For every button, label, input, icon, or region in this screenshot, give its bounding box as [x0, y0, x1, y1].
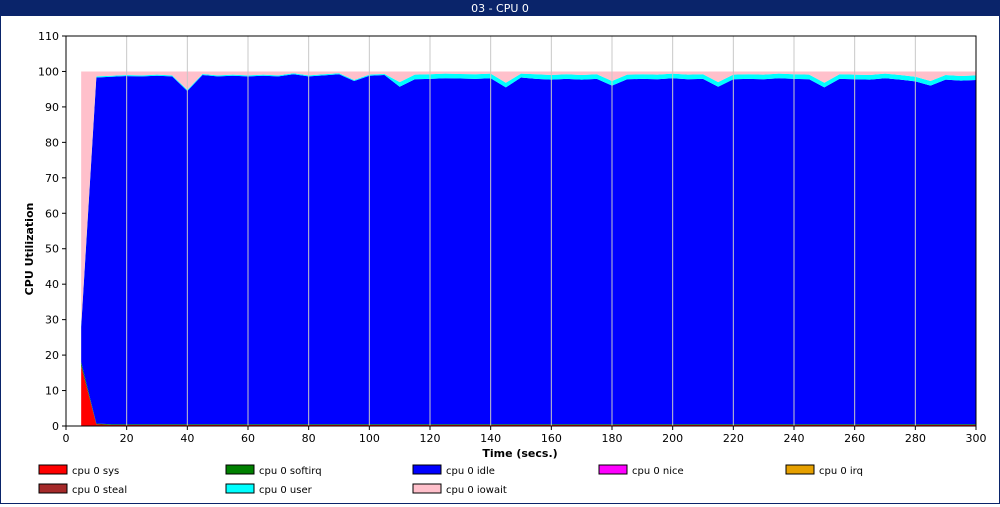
x-tick-label: 260 — [844, 432, 865, 445]
legend-label-cpu-0-user: cpu 0 user — [259, 485, 313, 496]
y-axis-label: CPU Utilization — [23, 203, 36, 296]
legend: cpu 0 sys cpu 0 softirq cpu 0 idle cpu 0 ni… — [38, 464, 863, 496]
stacked-areas — [81, 71, 977, 426]
x-tick-label: 300 — [966, 432, 987, 445]
y-tick-labels: 0 10 20 30 40 50 60 70 80 90 100 110 — [38, 30, 59, 433]
x-tick-label: 0 — [63, 432, 70, 445]
legend-swatch-cpu-0-user — [225, 483, 255, 494]
legend-label-cpu-0-steal: cpu 0 steal — [72, 485, 127, 496]
legend-swatch-cpu-0-iowait — [412, 483, 442, 494]
legend-label-cpu-0-softirq: cpu 0 softirq — [259, 466, 322, 477]
legend-swatch-cpu-0-irq — [785, 464, 815, 475]
y-tick-label: 110 — [38, 30, 59, 43]
y-tick-label: 60 — [45, 207, 59, 220]
window-title: 03 - CPU 0 — [1, 1, 999, 16]
y-tick-label: 20 — [45, 349, 59, 362]
x-tick-label: 240 — [784, 432, 805, 445]
legend-swatch-cpu-0-nice — [598, 464, 628, 475]
x-tick-label: 40 — [180, 432, 194, 445]
y-tick-label: 70 — [45, 172, 59, 185]
x-tick-label: 120 — [420, 432, 441, 445]
y-tick-label: 100 — [38, 65, 59, 78]
y-tick-label: 0 — [52, 420, 59, 433]
x-tick-label: 80 — [302, 432, 316, 445]
legend-label-cpu-0-irq: cpu 0 irq — [819, 466, 863, 477]
legend-label-cpu-0-iowait: cpu 0 iowait — [446, 485, 507, 496]
legend-swatch-cpu-0-sys — [38, 464, 68, 475]
legend-swatch-cpu-0-softirq — [225, 464, 255, 475]
x-tick-label: 280 — [905, 432, 926, 445]
area-cpu-0-idle — [81, 74, 977, 425]
legend-swatch-cpu-0-steal — [38, 483, 68, 494]
y-tick-label: 50 — [45, 243, 59, 256]
x-tick-label: 100 — [359, 432, 380, 445]
legend-label-cpu-0-idle: cpu 0 idle — [446, 466, 495, 477]
chart-window: 03 - CPU 0 0 10 20 30 40 50 60 70 80 90 100 110 0 20… — [0, 0, 1000, 504]
y-tick-label: 80 — [45, 136, 59, 149]
cpu-utilization-chart: 0 10 20 30 40 50 60 70 80 90 100 110 0 20 40 60 80 100 12… — [23, 30, 987, 496]
chart-area: 0 10 20 30 40 50 60 70 80 90 100 110 0 20 40 60 80 100 12… — [1, 16, 999, 503]
legend-swatch-cpu-0-idle — [412, 464, 442, 475]
x-tick-label: 200 — [662, 432, 683, 445]
y-tick-label: 10 — [45, 385, 59, 398]
x-axis-label: Time (secs.) — [482, 447, 557, 460]
legend-label-cpu-0-sys: cpu 0 sys — [72, 466, 119, 477]
x-tick-labels: 0 20 40 60 80 100 120 140 160 180 200 220 240 260 280 3… — [63, 432, 987, 445]
y-tick-label: 30 — [45, 314, 59, 327]
y-tick-label: 40 — [45, 278, 59, 291]
x-tick-label: 180 — [602, 432, 623, 445]
x-tick-label: 220 — [723, 432, 744, 445]
y-tick-label: 90 — [45, 101, 59, 114]
x-tick-label: 140 — [480, 432, 501, 445]
x-tick-label: 20 — [120, 432, 134, 445]
legend-label-cpu-0-nice: cpu 0 nice — [632, 466, 684, 477]
x-tick-label: 160 — [541, 432, 562, 445]
x-tick-label: 60 — [241, 432, 255, 445]
